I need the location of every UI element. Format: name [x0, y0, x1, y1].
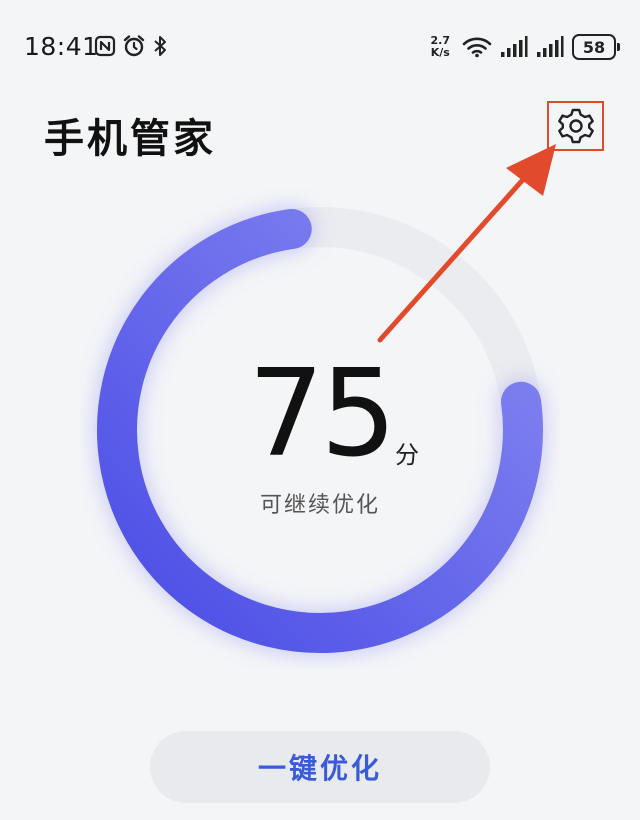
one-click-optimize-button[interactable]: 一键优化	[150, 731, 490, 803]
score-display: 75 分 可继续优化	[180, 355, 460, 525]
battery-indicator: 58	[572, 34, 620, 60]
gear-icon	[557, 108, 594, 144]
net-speed-unit: K/s	[430, 46, 450, 59]
optimize-button-label: 一键优化	[257, 752, 382, 785]
status-left-icons	[94, 34, 168, 58]
status-time: 18:41	[24, 32, 99, 61]
battery-level: 58	[582, 37, 606, 57]
nfc-icon	[94, 35, 116, 57]
network-speed: 2.7 K/s	[431, 35, 451, 59]
status-bar: 18:41 2.7 K/s 58	[0, 0, 640, 96]
score-unit: 分	[395, 441, 419, 469]
signal-icon-2	[537, 36, 564, 57]
wifi-icon	[462, 37, 492, 58]
signal-icon-1	[501, 36, 528, 57]
bluetooth-icon	[154, 36, 166, 56]
status-right: 2.7 K/s 58	[431, 34, 620, 60]
score-value: 75	[248, 345, 397, 484]
page-title: 手机管家	[44, 116, 216, 162]
score-status: 可继续优化	[259, 493, 380, 518]
settings-button[interactable]	[547, 101, 604, 151]
alarm-icon	[123, 35, 145, 57]
